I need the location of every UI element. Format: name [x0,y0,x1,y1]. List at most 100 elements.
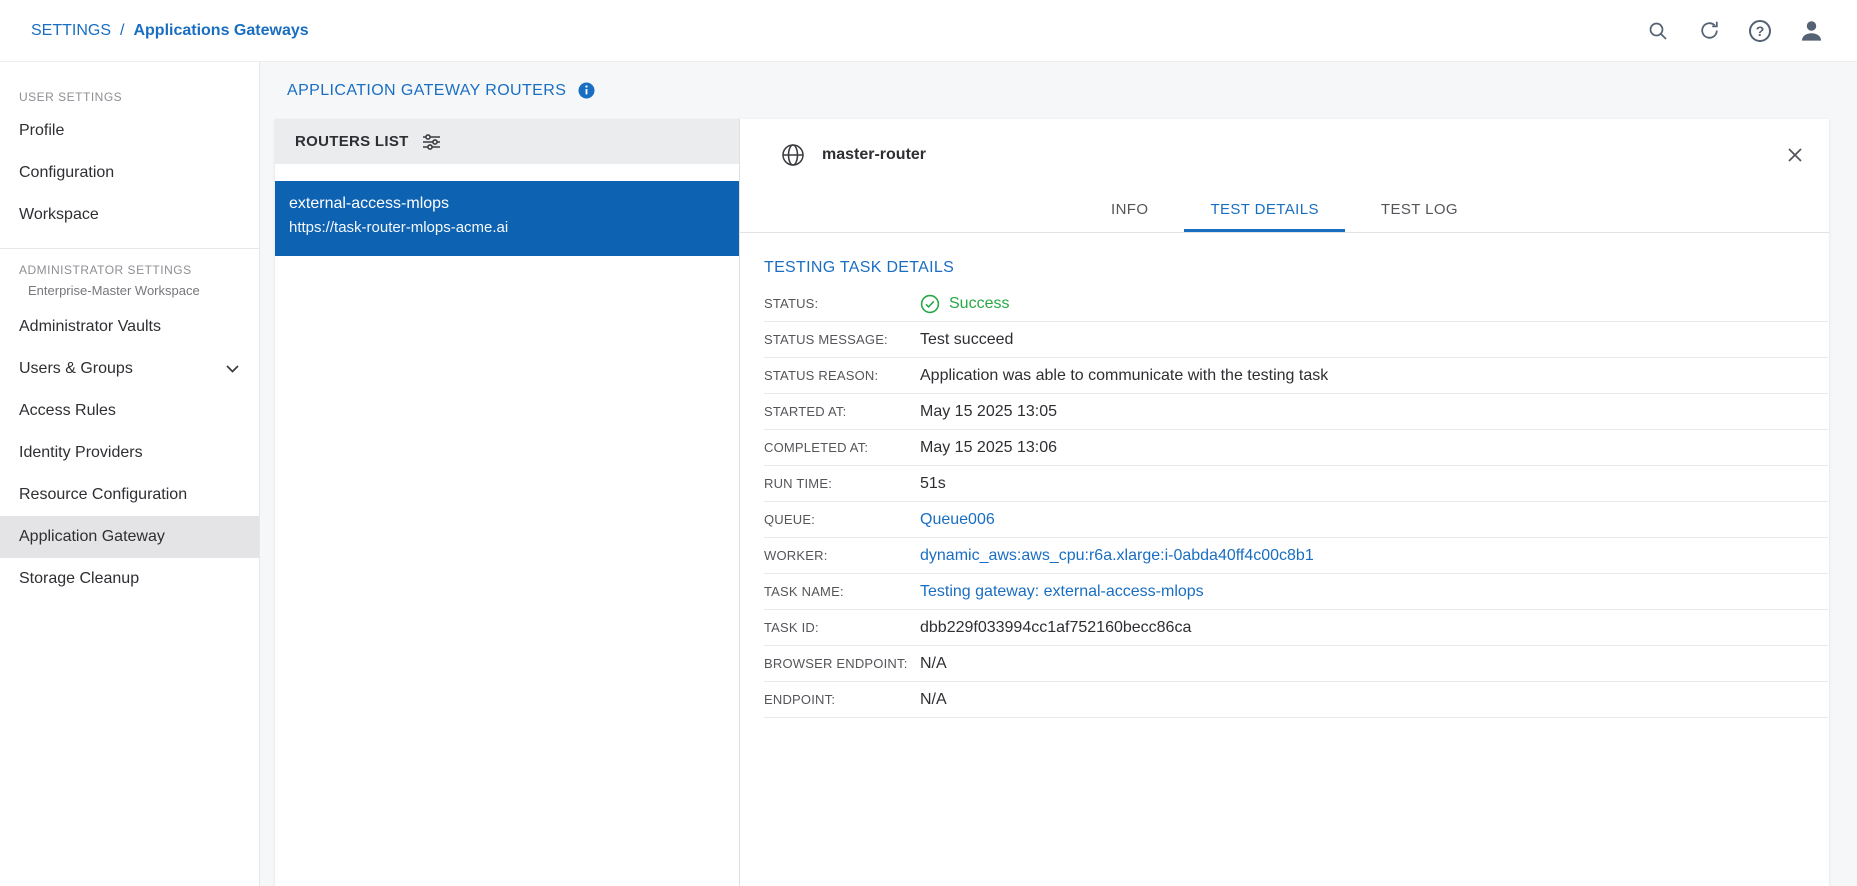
sidebar-item-profile[interactable]: Profile [0,110,259,152]
detail-row-completed-at: COMPLETED AT: May 15 2025 13:06 [764,430,1828,466]
success-check-icon [920,294,940,314]
router-url: https://task-router-mlops-acme.ai [289,219,723,236]
gateway-routers-card: ROUTERS LIST external-access-mlops https… [275,119,1829,886]
detail-row-endpoint: ENDPOINT: N/A [764,682,1828,718]
sidebar-divider [0,248,259,249]
search-icon[interactable] [1644,17,1672,45]
routers-list-header: ROUTERS LIST [275,119,739,164]
sidebar-item-label: Identity Providers [19,444,143,462]
sidebar-item-workspace[interactable]: Workspace [0,194,259,236]
row-label: QUEUE: [764,512,920,527]
row-label: STATUS REASON: [764,368,920,383]
filter-icon[interactable] [422,134,441,150]
queue-link[interactable]: Queue006 [920,511,995,529]
row-value: Application was able to communicate with… [920,367,1328,385]
sidebar-workspace-name: Enterprise-Master Workspace [28,283,259,298]
detail-row-started-at: STARTED AT: May 15 2025 13:05 [764,394,1828,430]
page-layout: USER SETTINGS Profile Configuration Work… [0,62,1857,886]
main-content: APPLICATION GATEWAY ROUTERS ROUTERS LIST [260,62,1857,886]
detail-header: master-router [740,119,1829,190]
tab-test-details[interactable]: TEST DETAILS [1184,190,1344,232]
topbar: SETTINGS / Applications Gateways ? [0,0,1857,62]
sidebar-item-configuration[interactable]: Configuration [0,152,259,194]
detail-row-browser-endpoint: BROWSER ENDPOINT: N/A [764,646,1828,682]
sidebar-item-users-groups[interactable]: Users & Groups [0,348,259,390]
help-icon-glyph: ? [1756,23,1765,39]
row-label: TASK NAME: [764,584,920,599]
main-header: APPLICATION GATEWAY ROUTERS [260,62,1857,119]
router-name: external-access-mlops [289,195,723,213]
breadcrumb-settings-link[interactable]: SETTINGS [31,22,111,40]
close-icon-glyph [1787,147,1803,163]
search-icon-glyph [1646,19,1670,43]
row-value: 51s [920,475,946,493]
globe-icon [780,142,806,168]
row-value: May 15 2025 13:05 [920,403,1057,421]
settings-sidebar: USER SETTINGS Profile Configuration Work… [0,62,260,886]
detail-tabs: INFO TEST DETAILS TEST LOG [740,190,1829,233]
sidebar-item-administrator-vaults[interactable]: Administrator Vaults [0,306,259,348]
sidebar-item-storage-cleanup[interactable]: Storage Cleanup [0,558,259,600]
row-label: STATUS: [764,296,920,311]
chevron-down-icon [226,365,239,373]
row-value: N/A [920,655,947,673]
detail-row-status-message: STATUS MESSAGE: Test succeed [764,322,1828,358]
tab-info[interactable]: INFO [1085,190,1174,232]
tab-test-log[interactable]: TEST LOG [1355,190,1484,232]
person-icon [1798,17,1825,44]
row-label: STARTED AT: [764,404,920,419]
testing-task-details-title: TESTING TASK DETAILS [764,259,1828,277]
sidebar-item-label: Administrator Vaults [19,318,161,336]
row-label: WORKER: [764,548,920,563]
sidebar-item-label: Configuration [19,164,114,182]
routers-list-panel: ROUTERS LIST external-access-mlops https… [275,119,740,886]
detail-row-queue: QUEUE: Queue006 [764,502,1828,538]
sidebar-item-access-rules[interactable]: Access Rules [0,390,259,432]
breadcrumb-current-page: Applications Gateways [133,22,308,40]
breadcrumb-separator: / [120,22,124,40]
worker-link[interactable]: dynamic_aws:aws_cpu:r6a.xlarge:i-0abda40… [920,547,1314,565]
help-icon-circle: ? [1749,20,1771,42]
sidebar-section-administrator-settings: ADMINISTRATOR SETTINGS [19,263,259,277]
row-value: N/A [920,691,947,709]
help-icon[interactable]: ? [1746,17,1774,45]
status-text: Success [949,295,1009,313]
detail-row-status-reason: STATUS REASON: Application was able to c… [764,358,1828,394]
row-label: TASK ID: [764,620,920,635]
row-value: May 15 2025 13:06 [920,439,1057,457]
sidebar-item-label: Resource Configuration [19,486,187,504]
detail-row-status: STATUS: Success [764,286,1828,322]
task-name-link[interactable]: Testing gateway: external-access-mlops [920,583,1204,601]
sidebar-item-label: Storage Cleanup [19,570,139,588]
sidebar-item-application-gateway[interactable]: Application Gateway [0,516,259,558]
row-label: STATUS MESSAGE: [764,332,920,347]
sidebar-item-resource-configuration[interactable]: Resource Configuration [0,474,259,516]
sync-icon-glyph [1697,18,1722,43]
sidebar-item-label: Profile [19,122,64,140]
detail-row-run-time: RUN TIME: 51s [764,466,1828,502]
info-icon[interactable] [577,81,596,100]
breadcrumb: SETTINGS / Applications Gateways [31,22,309,40]
row-value: Test succeed [920,331,1013,349]
detail-row-task-name: TASK NAME: Testing gateway: external-acc… [764,574,1828,610]
sidebar-item-label: Access Rules [19,402,116,420]
router-detail-title: master-router [822,146,1781,164]
close-icon[interactable] [1781,141,1809,169]
sidebar-item-identity-providers[interactable]: Identity Providers [0,432,259,474]
sync-icon[interactable] [1695,17,1723,45]
topbar-icons: ? [1644,17,1825,45]
detail-row-task-id: TASK ID: dbb229f033994cc1af752160becc86c… [764,610,1828,646]
row-value: dbb229f033994cc1af752160becc86ca [920,619,1191,637]
sidebar-section-user-settings: USER SETTINGS [19,90,259,104]
row-label: BROWSER ENDPOINT: [764,656,920,671]
row-label: RUN TIME: [764,476,920,491]
sidebar-item-label: Workspace [19,206,99,224]
router-list-item[interactable]: external-access-mlops https://task-route… [275,181,739,256]
avatar[interactable] [1797,17,1825,45]
status-badge: Success [920,294,1009,314]
sidebar-item-label: Users & Groups [19,360,133,378]
row-label: COMPLETED AT: [764,440,920,455]
detail-row-worker: WORKER: dynamic_aws:aws_cpu:r6a.xlarge:i… [764,538,1828,574]
row-label: ENDPOINT: [764,692,920,707]
routers-list-title: ROUTERS LIST [295,133,409,150]
